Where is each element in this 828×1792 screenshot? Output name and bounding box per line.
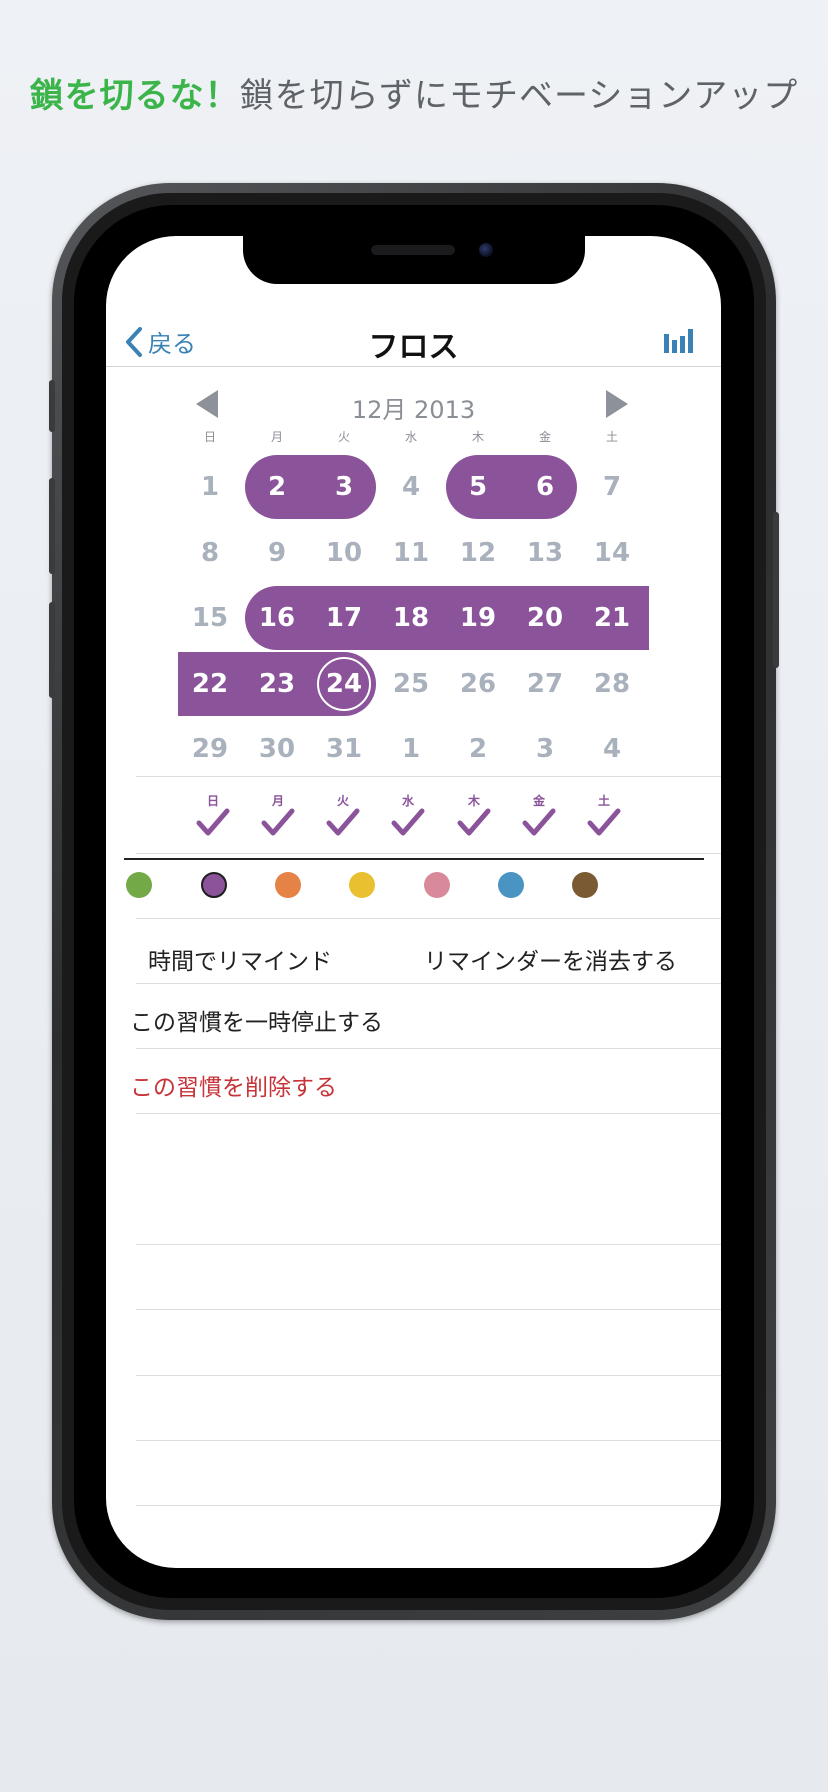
calendar-day[interactable]: 23 <box>244 652 310 716</box>
color-picker <box>106 872 721 912</box>
checkmark-icon[interactable] <box>196 808 230 838</box>
calendar-day[interactable]: 17 <box>311 586 377 650</box>
calendar-day[interactable]: 12 <box>445 521 511 585</box>
calendar-day[interactable]: 2 <box>244 455 310 519</box>
pause-habit-button[interactable]: この習慣を一時停止する <box>130 1003 383 1037</box>
check-day-label: 土 <box>597 794 610 808</box>
notch <box>243 236 585 284</box>
phone-side-button <box>49 380 55 432</box>
checkmark-icon[interactable] <box>457 808 491 838</box>
calendar-day[interactable]: 10 <box>311 521 377 585</box>
check-day-label: 金 <box>532 794 545 808</box>
color-swatch[interactable] <box>572 872 598 898</box>
checkmark-icon[interactable] <box>587 808 621 838</box>
calendar-day[interactable]: 28 <box>579 652 645 716</box>
color-swatch[interactable] <box>201 872 227 898</box>
month-label: 12月 2013 <box>351 396 476 424</box>
check-day-label: 水 <box>401 794 414 808</box>
calendar-day[interactable]: 26 <box>445 652 511 716</box>
color-swatch[interactable] <box>275 872 301 898</box>
weekday-label: 月 <box>270 430 283 444</box>
check-day-label: 日 <box>206 794 219 808</box>
headline: 鎖を切るな！鎖を切らずにモチベーションアップ <box>0 68 828 117</box>
bar-chart-icon <box>664 329 693 353</box>
calendar-day[interactable]: 22 <box>177 652 243 716</box>
calendar-day[interactable]: 2 <box>445 717 511 781</box>
calendar-day[interactable]: 9 <box>244 521 310 585</box>
headline-accent: 鎖を切るな！ <box>29 76 240 116</box>
delete-habit-button[interactable]: この習慣を削除する <box>130 1068 337 1102</box>
next-month-arrow-icon[interactable] <box>606 390 628 418</box>
checkmark-icon[interactable] <box>261 808 295 838</box>
calendar-day[interactable]: 6 <box>512 455 578 519</box>
check-day-label: 木 <box>467 794 480 808</box>
calendar-day[interactable]: 21 <box>579 586 645 650</box>
calendar-day[interactable]: 18 <box>378 586 444 650</box>
calendar-separator <box>136 776 721 777</box>
color-swatch[interactable] <box>498 872 524 898</box>
list-separator <box>136 1244 721 1245</box>
weekday-label: 金 <box>538 430 551 444</box>
calendar-day[interactable]: 31 <box>311 717 377 781</box>
checkmark-icon[interactable] <box>391 808 425 838</box>
weekday-label: 土 <box>605 430 618 444</box>
calendar-day[interactable]: 8 <box>177 521 243 585</box>
clear-reminder-button[interactable]: リマインダーを消去する <box>424 942 677 976</box>
checks-separator <box>136 853 721 854</box>
calendar-day[interactable]: 20 <box>512 586 578 650</box>
weekday-label: 木 <box>471 430 484 444</box>
calendar-day[interactable]: 3 <box>311 455 377 519</box>
app-screen: 戻る フロス 12月 2013 日月火水木金土 1 2 3 4 5 6 7 8 9 10 11 12 1… <box>106 236 721 1568</box>
calendar-day[interactable]: 15 <box>177 586 243 650</box>
color-swatch[interactable] <box>349 872 375 898</box>
calendar-day[interactable]: 14 <box>579 521 645 585</box>
month-switcher: 12月 2013 <box>106 384 721 424</box>
calendar-day[interactable]: 5 <box>445 455 511 519</box>
phone-volume-down <box>49 602 55 698</box>
color-swatch[interactable] <box>424 872 450 898</box>
calendar-day[interactable]: 4 <box>378 455 444 519</box>
list-separator <box>136 1375 721 1376</box>
list-separator <box>136 1113 721 1114</box>
phone-volume-up <box>49 478 55 574</box>
headline-rest: 鎖を切らずにモチベーションアップ <box>239 76 799 116</box>
calendar-day[interactable]: 1 <box>177 455 243 519</box>
today-ring <box>317 657 371 711</box>
checkmark-icon[interactable] <box>522 808 556 838</box>
list-separator <box>136 1440 721 1441</box>
weekday-header: 日月火水木金土 <box>106 428 721 448</box>
nav-bar: 戻る フロス <box>106 316 721 366</box>
checkmark-icon[interactable] <box>326 808 360 838</box>
calendar-day[interactable]: 25 <box>378 652 444 716</box>
list-separator <box>136 983 721 984</box>
list-separator <box>136 918 721 919</box>
calendar-day[interactable]: 3 <box>512 717 578 781</box>
calendar-day[interactable]: 16 <box>244 586 310 650</box>
calendar-day[interactable]: 27 <box>512 652 578 716</box>
calendar-day[interactable]: 4 <box>579 717 645 781</box>
calendar-day[interactable]: 29 <box>177 717 243 781</box>
color-swatch[interactable] <box>126 872 152 898</box>
weekday-label: 日 <box>203 430 216 444</box>
list-separator <box>136 1309 721 1310</box>
list-separator <box>136 1505 721 1506</box>
calendar-day[interactable]: 11 <box>378 521 444 585</box>
page-title: フロス <box>368 330 459 365</box>
calendar-day[interactable]: 13 <box>512 521 578 585</box>
color-picker-divider <box>124 858 704 860</box>
phone-power-button <box>773 512 779 668</box>
remind-by-time-button[interactable]: 時間でリマインド <box>148 942 332 976</box>
weekly-checks: 日月火水木金土 <box>106 792 721 848</box>
calendar-day[interactable]: 19 <box>445 586 511 650</box>
check-day-label: 火 <box>336 794 349 808</box>
calendar-day[interactable]: 30 <box>244 717 310 781</box>
list-separator <box>136 1048 721 1049</box>
calendar-day[interactable]: 7 <box>579 455 645 519</box>
weekday-label: 水 <box>404 430 417 444</box>
check-day-label: 月 <box>271 794 284 808</box>
stats-button[interactable] <box>663 328 693 358</box>
weekday-label: 火 <box>337 430 350 444</box>
calendar-day[interactable]: 1 <box>378 717 444 781</box>
nav-separator <box>106 366 721 367</box>
